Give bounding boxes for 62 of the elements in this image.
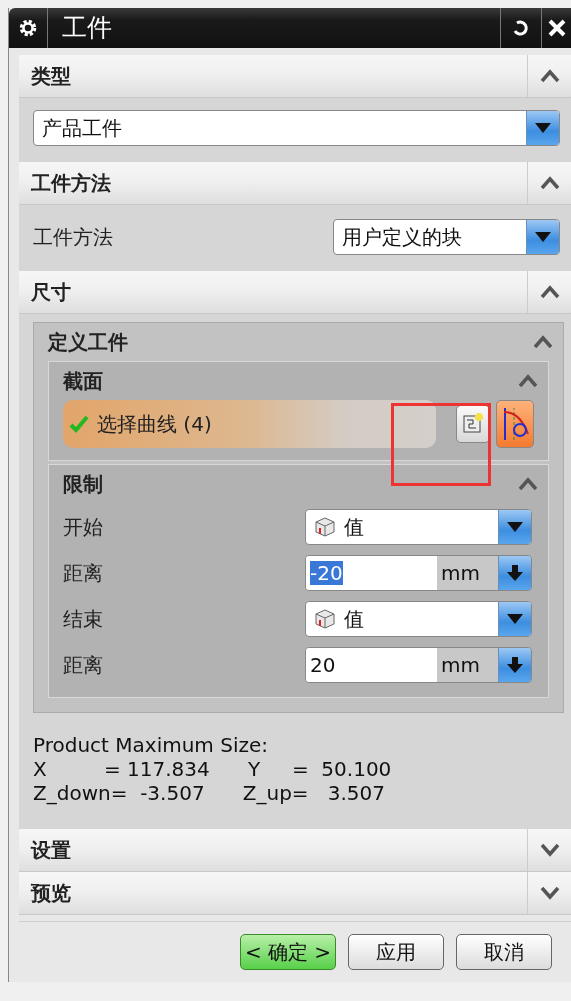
cube-icon — [314, 516, 336, 538]
cube-icon — [314, 608, 336, 630]
field-label: 距离 — [63, 651, 103, 679]
unit-label: mm — [440, 560, 481, 587]
value-dropdown[interactable]: 值 — [305, 601, 532, 637]
collapse-chevron-icon[interactable] — [540, 285, 560, 299]
collapse-chevron-icon[interactable] — [518, 374, 538, 388]
distance-field[interactable]: -20 mm — [305, 555, 532, 591]
curve-tool-button[interactable] — [496, 400, 534, 448]
down-arrow-icon — [506, 564, 524, 582]
panel-title: 截面 — [63, 367, 104, 395]
dropdown-arrow-icon — [506, 613, 524, 625]
dropdown-arrow-icon — [534, 122, 552, 134]
reset-icon[interactable] — [511, 18, 531, 38]
value-dropdown[interactable]: 值 — [305, 509, 532, 545]
distance-field[interactable]: 20 mm — [305, 647, 532, 683]
section-header[interactable]: 工件方法 — [19, 162, 571, 205]
dropdown-value: 用户定义的块 — [342, 224, 462, 251]
down-arrow-icon — [506, 656, 524, 674]
dropdown-value: 值 — [344, 606, 364, 633]
section-title: 尺寸 — [30, 278, 72, 306]
panel-title: 限制 — [63, 470, 104, 498]
section-header[interactable]: 类型 — [19, 55, 571, 98]
dialog-button[interactable]: 取消 — [456, 934, 552, 970]
dropdown[interactable]: 用户定义的块 — [333, 219, 560, 255]
collapse-chevron-icon[interactable] — [540, 69, 560, 83]
dialog-button[interactable]: 应用 — [348, 934, 444, 970]
size-info-text: Product Maximum Size: — [33, 733, 269, 757]
field-value: -20 — [310, 561, 343, 585]
collapse-chevron-icon[interactable] — [533, 335, 553, 349]
section-header[interactable]: 尺寸 — [19, 271, 571, 314]
field-label: 距离 — [63, 559, 103, 587]
field-label: 开始 — [63, 513, 103, 541]
expand-chevron-icon[interactable] — [540, 843, 560, 857]
dropdown-value: 产品工件 — [42, 115, 122, 142]
section-title: 预览 — [29, 879, 72, 907]
section-header[interactable]: 预览 — [19, 872, 571, 915]
dropdown-arrow-icon — [506, 521, 524, 533]
collapse-chevron-icon[interactable] — [518, 477, 538, 491]
section-title: 工件方法 — [30, 169, 112, 197]
selection-label: 选择曲线 (4) — [97, 410, 212, 438]
dialog-button[interactable]: < 确定 > — [240, 934, 336, 970]
sketch-icon — [461, 412, 485, 436]
size-info-text: X = 117.834 Y = 50.100 — [33, 757, 393, 781]
section-title: 设置 — [29, 836, 72, 864]
expand-chevron-icon[interactable] — [540, 886, 560, 900]
dropdown[interactable]: 产品工件 — [33, 110, 560, 146]
field-label: 结束 — [63, 605, 103, 633]
settings-icon[interactable] — [18, 18, 38, 38]
dropdown-value: 值 — [344, 514, 364, 541]
close-icon[interactable] — [548, 19, 566, 37]
window-title: 工件 — [47, 8, 500, 48]
panel-title: 定义工件 — [48, 328, 129, 356]
dropdown-arrow-icon — [534, 231, 552, 243]
section-title: 类型 — [30, 62, 72, 90]
unit-label: mm — [440, 652, 481, 679]
size-info-text: Z_down= -3.507 Z_up= 3.507 — [33, 781, 386, 805]
section-header[interactable]: 设置 — [19, 829, 571, 872]
collapse-chevron-icon[interactable] — [540, 176, 560, 190]
field-label: 工件方法 — [33, 223, 113, 251]
curve-selection-bar[interactable]: 选择曲线 (4) — [63, 400, 436, 448]
field-value: 20 — [310, 653, 336, 677]
